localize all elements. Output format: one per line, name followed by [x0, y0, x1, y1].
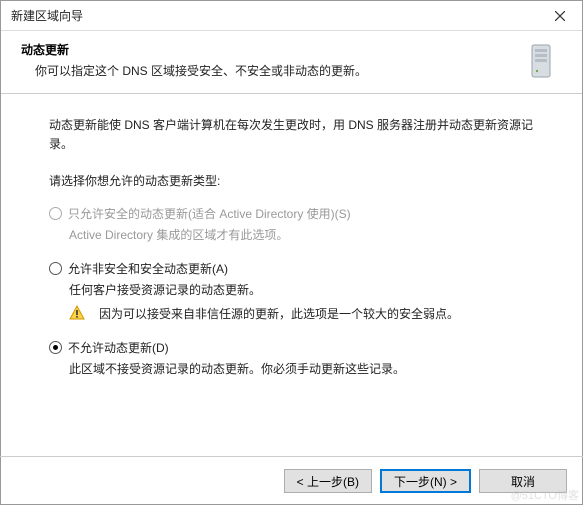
watermark: @51CTO博客: [511, 487, 579, 503]
radio-nonsecure[interactable]: [49, 262, 62, 275]
option-secure-desc: Active Directory 集成的区域才有此选项。: [49, 226, 534, 244]
warning-row: 因为可以接受来自非信任源的更新，此选项是一个较大的安全弱点。: [49, 305, 534, 323]
radio-none[interactable]: [49, 341, 62, 354]
prompt-text: 请选择你想允许的动态更新类型:: [49, 172, 534, 189]
window-title: 新建区域向导: [11, 7, 83, 24]
back-button[interactable]: < 上一步(B): [284, 469, 372, 493]
wizard-header: 动态更新 你可以指定这个 DNS 区域接受安全、不安全或非动态的更新。: [1, 31, 582, 94]
option-secure: 只允许安全的动态更新(适合 Active Directory 使用)(S) Ac…: [49, 205, 534, 244]
radio-secure: [49, 207, 62, 220]
wizard-content: 动态更新能使 DNS 客户端计算机在每次发生更改时，用 DNS 服务器注册并动态…: [1, 94, 582, 404]
option-none-radio-row[interactable]: 不允许动态更新(D): [49, 339, 534, 356]
option-none-desc: 此区域不接受资源记录的动态更新。你必须手动更新这些记录。: [49, 360, 534, 378]
option-nonsecure-label: 允许非安全和安全动态更新(A): [68, 260, 228, 277]
footer-divider: [0, 456, 583, 457]
option-nonsecure-desc: 任何客户接受资源记录的动态更新。: [49, 281, 534, 299]
option-nonsecure-radio-row[interactable]: 允许非安全和安全动态更新(A): [49, 260, 534, 277]
close-button[interactable]: [537, 1, 582, 31]
header-desc: 你可以指定这个 DNS 区域接受安全、不安全或非动态的更新。: [21, 62, 512, 79]
option-none[interactable]: 不允许动态更新(D) 此区域不接受资源记录的动态更新。你必须手动更新这些记录。: [49, 339, 534, 378]
warning-icon: [69, 305, 85, 321]
next-button[interactable]: 下一步(N) >: [380, 469, 471, 493]
radio-dot: [53, 345, 58, 350]
close-icon: [555, 11, 565, 21]
option-secure-label: 只允许安全的动态更新(适合 Active Directory 使用)(S): [68, 205, 351, 222]
option-none-label: 不允许动态更新(D): [68, 339, 169, 356]
header-title: 动态更新: [21, 41, 512, 58]
header-text: 动态更新 你可以指定这个 DNS 区域接受安全、不安全或非动态的更新。: [21, 41, 512, 79]
server-icon: [522, 41, 562, 81]
intro-text: 动态更新能使 DNS 客户端计算机在每次发生更改时，用 DNS 服务器注册并动态…: [49, 116, 534, 154]
option-secure-radio-row: 只允许安全的动态更新(适合 Active Directory 使用)(S): [49, 205, 534, 222]
option-nonsecure[interactable]: 允许非安全和安全动态更新(A) 任何客户接受资源记录的动态更新。 因为可以接受来…: [49, 260, 534, 323]
titlebar: 新建区域向导: [1, 1, 582, 31]
warning-text: 因为可以接受来自非信任源的更新，此选项是一个较大的安全弱点。: [93, 305, 459, 323]
